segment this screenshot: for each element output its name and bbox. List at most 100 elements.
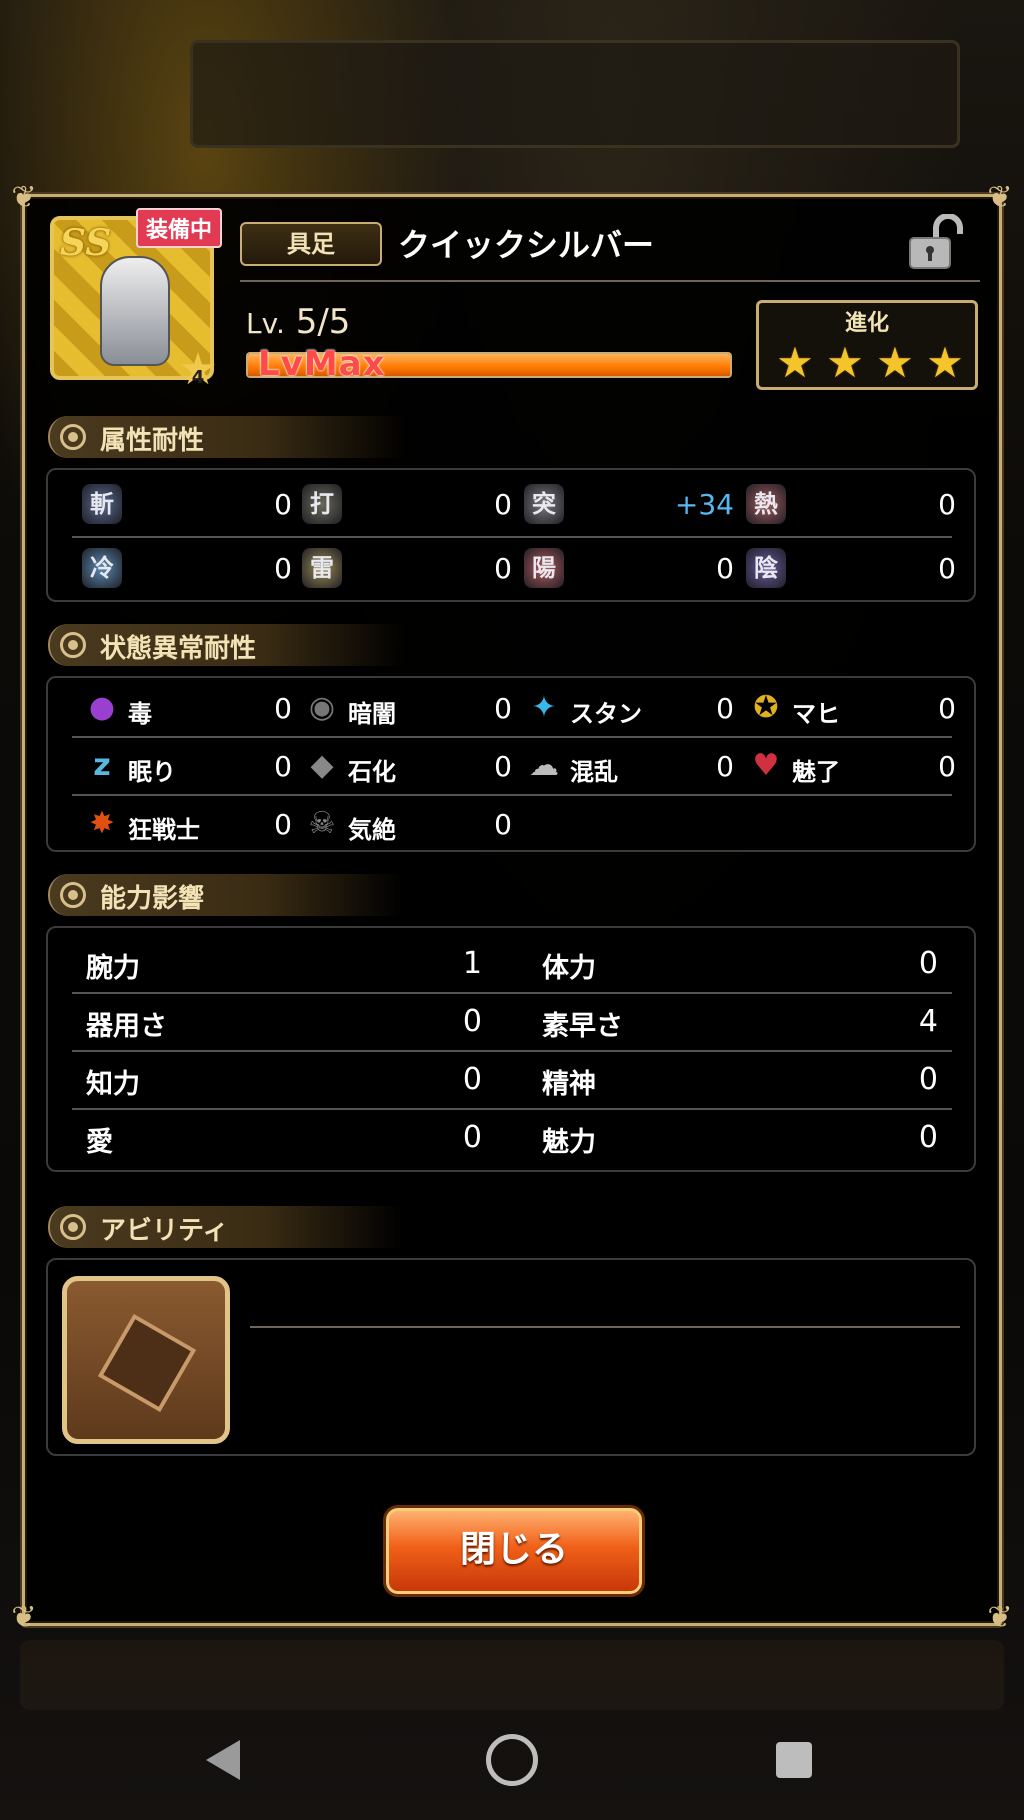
attribute-value: 0 <box>274 488 292 521</box>
stat-label: 知力 <box>86 1069 140 1100</box>
section-ability-effect: 能力影響 <box>48 874 404 916</box>
status-resistance-cell: ☁ 混乱 0 <box>524 746 734 786</box>
status-resistance-cell: ✦ スタン 0 <box>524 688 734 728</box>
attribute-resistance-cell: 突 +34 <box>524 484 734 524</box>
corner-ornament-icon: ❦ <box>11 1600 37 1635</box>
nav-home-icon[interactable] <box>486 1734 538 1786</box>
attribute-icon: 陽 <box>524 548 564 588</box>
divider <box>72 736 952 738</box>
attribute-icon: 斬 <box>82 484 122 524</box>
status-value: 0 <box>274 750 292 783</box>
attribute-resistance-cell: 陽0 <box>524 548 734 588</box>
status-label: マヒ <box>792 700 840 728</box>
ability-hex-icon <box>97 1313 197 1413</box>
attribute-icon: 突 <box>524 484 564 524</box>
divider <box>72 536 952 538</box>
level-prefix: Lv. <box>246 307 285 340</box>
evolution-box: 進化 ★ ★ ★ ★ <box>756 300 978 390</box>
stat-label: 腕力 <box>86 953 140 984</box>
stat-cell: 愛0 <box>86 1116 482 1158</box>
divider <box>72 1108 952 1110</box>
section-gear-icon <box>60 424 86 450</box>
stat-cell: 器用さ 0 <box>86 1000 482 1042</box>
stun-icon: ✦ <box>531 690 557 725</box>
charm-icon: ♥ <box>752 748 780 783</box>
status-label: スタン <box>570 700 642 728</box>
divider <box>240 280 980 282</box>
stat-value: 0 <box>462 1062 482 1097</box>
status-resistance-cell: z 眠り 0 <box>82 746 292 786</box>
status-label: 暗闇 <box>348 700 396 728</box>
status-label: 狂戦士 <box>128 816 200 844</box>
ability-slot-icon[interactable] <box>62 1276 230 1444</box>
stat-value: 0 <box>918 946 938 981</box>
background-footer <box>20 1640 1004 1710</box>
status-value: 0 <box>494 692 512 725</box>
status-label: 気絶 <box>348 816 396 844</box>
stat-value: 1 <box>462 946 482 981</box>
paralysis-icon: ✪ <box>753 690 779 725</box>
level-display: Lv. 5/5 <box>246 302 350 342</box>
status-resistance-cell: ♥ 魅了 0 <box>746 746 956 786</box>
stat-label: 体力 <box>542 953 596 984</box>
attribute-icon: 陰 <box>746 548 786 588</box>
star-rank-icon: ★ 4 <box>176 348 220 394</box>
evolution-star-icon: ★ <box>926 338 964 387</box>
armor-art-icon <box>100 256 170 366</box>
divider <box>72 1050 952 1052</box>
stat-label: 精神 <box>542 1069 596 1100</box>
section-title: 状態異常耐性 <box>100 634 257 664</box>
faint-icon: ☠ <box>308 806 336 841</box>
evolution-star-icon: ★ <box>876 338 914 387</box>
section-gear-icon <box>60 632 86 658</box>
stat-cell: 腕力 1 <box>86 942 482 984</box>
divider <box>72 794 952 796</box>
nav-back-icon[interactable] <box>206 1740 240 1780</box>
equipment-name: クイックシルバー <box>398 226 655 264</box>
status-value: 0 <box>274 692 292 725</box>
divider <box>250 1326 960 1328</box>
equipment-type-tag: 具足 <box>240 222 382 266</box>
stat-label: 素早さ <box>542 1011 623 1042</box>
corner-ornament-icon: ❦ <box>987 180 1013 215</box>
evolution-star-icon: ★ <box>826 338 864 387</box>
stat-label: 器用さ <box>86 1011 167 1042</box>
status-resistance-cell: ☠ 気絶 0 <box>302 804 512 844</box>
status-value: 0 <box>494 808 512 841</box>
section-title: 能力影響 <box>100 884 205 914</box>
sleep-icon: z <box>93 748 111 783</box>
status-label: 石化 <box>348 758 396 786</box>
background-unit-bar <box>190 40 960 148</box>
stat-cell: 素早さ 4 <box>542 1000 938 1042</box>
attribute-value: 0 <box>716 552 734 585</box>
stat-label: 愛 <box>86 1127 113 1158</box>
evolution-star-icon: ★ <box>776 338 814 387</box>
attribute-resistance-cell: 斬0 <box>82 484 292 524</box>
berserk-icon: ✸ <box>89 806 115 841</box>
status-resistance-cell: ✪ マヒ 0 <box>746 688 956 728</box>
stat-cell: 精神 0 <box>542 1058 938 1100</box>
nav-recent-icon[interactable] <box>776 1742 812 1778</box>
stat-value: 0 <box>918 1062 938 1097</box>
stat-value: 4 <box>918 1004 938 1039</box>
section-title: 属性耐性 <box>100 426 205 456</box>
evolution-stars: ★ ★ ★ ★ <box>773 341 967 385</box>
attribute-value: 0 <box>494 552 512 585</box>
status-label: 混乱 <box>570 758 618 786</box>
attribute-icon: 雷 <box>302 548 342 588</box>
attribute-resistance-cell: 陰0 <box>746 548 956 588</box>
equipped-badge: 装備中 <box>136 208 223 248</box>
status-resistance-cell: ✸ 狂戦士 0 <box>82 804 292 844</box>
attribute-resistance-cell: 打0 <box>302 484 512 524</box>
unlock-icon[interactable] <box>906 214 966 270</box>
close-button[interactable]: 閉じる <box>386 1508 642 1594</box>
corner-ornament-icon: ❦ <box>11 180 37 215</box>
attribute-value: +34 <box>674 488 734 521</box>
star-rank-value: 4 <box>191 367 205 388</box>
status-label: 魅了 <box>792 758 840 786</box>
attribute-resistance-cell: 雷0 <box>302 548 512 588</box>
attribute-icon: 打 <box>302 484 342 524</box>
exp-max-label: LvMax <box>258 344 386 384</box>
stat-cell: 体力 0 <box>542 942 938 984</box>
section-title: アビリティ <box>100 1216 229 1246</box>
